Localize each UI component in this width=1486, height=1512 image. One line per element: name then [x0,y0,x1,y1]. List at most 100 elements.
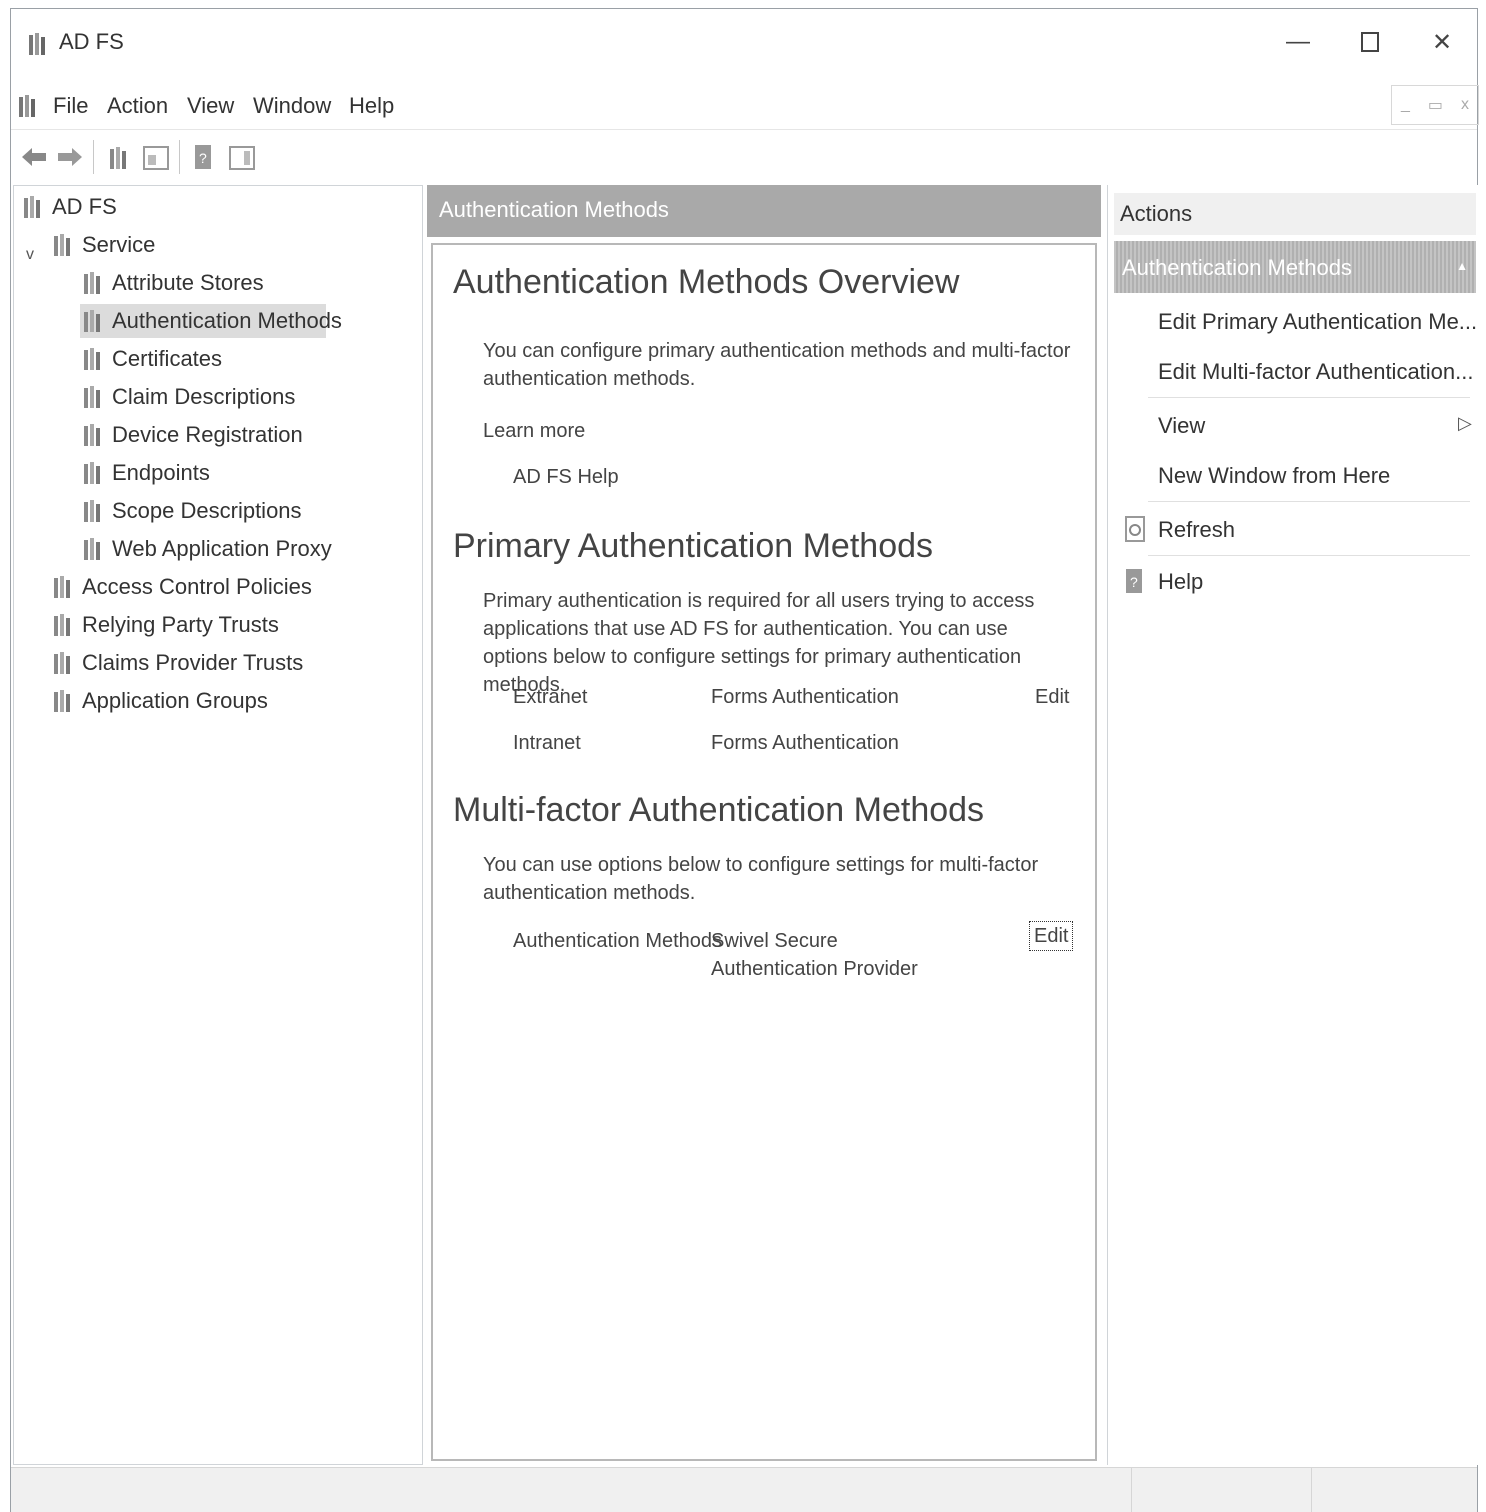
help-icon: ? [1126,569,1142,593]
tree-item-authentication-methods[interactable]: Authentication Methods [80,304,342,338]
tree-item-adfs[interactable]: AD FS [22,190,117,224]
help-button[interactable]: ? [189,142,219,172]
tree-item-label: Attribute Stores [112,270,264,295]
menu-bar: File Action View Window Help _ ▭ x [11,79,1479,129]
tree-item-label: Web Application Proxy [112,536,332,561]
action-help[interactable]: Help [1158,569,1203,595]
learn-more-label: Learn more [483,420,586,442]
mfa-text: You can use options below to configure s… [483,854,1039,904]
tree-item-device-registration[interactable]: Device Registration [82,418,303,452]
actions-section-label: Authentication Methods [1122,255,1352,280]
tree-item-certificates[interactable]: Certificates [82,342,222,376]
tree-item-label: Claim Descriptions [112,384,296,409]
tree-item-endpoints[interactable]: Endpoints [82,456,210,490]
svg-text:?: ? [199,150,207,166]
properties-button[interactable] [141,142,171,172]
svg-text:?: ? [1130,574,1138,590]
extranet-edit-link[interactable]: Edit [1035,683,1069,711]
tree-item-relying-party-trusts[interactable]: Relying Party Trusts [52,608,279,642]
tree-item-service[interactable]: Service [52,228,155,262]
tree-item-label: Scope Descriptions [112,498,302,523]
menu-help[interactable]: Help [349,93,394,119]
mdi-restore-icon[interactable]: ▭ [1428,95,1443,115]
folder-node-icon [84,424,100,446]
tree-item-web-application-proxy[interactable]: Web Application Proxy [82,532,332,566]
action-edit-primary-authentication[interactable]: Edit Primary Authentication Me... [1158,309,1477,335]
tree-item-attribute-stores[interactable]: Attribute Stores [82,266,264,300]
folder-node-icon [84,538,100,560]
extranet-label: Extranet [513,686,588,708]
overview-title: Authentication Methods Overview [453,263,960,301]
forward-arrow-icon [58,148,82,166]
tree-item-label: Device Registration [112,422,303,447]
back-button[interactable] [19,142,49,172]
actions-separator [1148,555,1470,556]
content-pane: Authentication Methods Authentication Me… [427,185,1101,1465]
minimize-button[interactable]: — [1269,23,1327,61]
tree-item-label: Endpoints [112,460,210,485]
expand-chevron-icon[interactable]: v [26,246,34,264]
mfa-edit-link[interactable]: Edit [1029,921,1074,951]
folder-node-icon [84,272,100,294]
close-button[interactable]: ✕ [1413,23,1471,61]
action-new-window-from-here[interactable]: New Window from Here [1158,463,1390,489]
folder-node-icon [54,652,70,674]
menu-window[interactable]: Window [253,93,331,119]
action-refresh[interactable]: Refresh [1158,517,1235,543]
back-arrow-icon [22,148,46,166]
actions-separator [1148,397,1470,398]
title-bar: AD FS — ✕ [11,9,1477,75]
tree-item-label: Certificates [112,346,223,371]
menu-action[interactable]: Action [107,93,168,119]
folder-node-icon [54,576,70,598]
folder-node-icon [54,614,70,636]
forward-button[interactable] [55,142,85,172]
window-title: AD FS [59,29,124,54]
maximize-icon [1361,32,1379,52]
actions-header: Actions [1114,193,1476,235]
menu-view[interactable]: View [187,93,234,119]
system-menu-icon[interactable] [15,91,41,119]
mdi-minimize-icon[interactable]: _ [1401,96,1410,114]
tree-item-application-groups[interactable]: Application Groups [52,684,268,718]
close-icon: ✕ [1431,28,1453,56]
collapse-icon[interactable]: ▲ [1456,259,1468,279]
tree-item-access-control-policies[interactable]: Access Control Policies [52,570,312,604]
folder-node-icon [84,348,100,370]
show-tree-button[interactable] [105,142,135,172]
tree-item-scope-descriptions[interactable]: Scope Descriptions [82,494,302,528]
primary-title: Primary Authentication Methods [453,527,934,565]
adfs-node-icon [24,196,40,218]
tree-item-claim-descriptions[interactable]: Claim Descriptions [82,380,295,414]
maximize-button[interactable] [1341,23,1399,61]
status-divider [1311,1468,1312,1512]
menu-file[interactable]: File [53,93,88,119]
mfa-title: Multi-factor Authentication Methods [453,791,985,829]
adfs-app-icon [29,33,45,55]
action-pane-button[interactable] [227,142,257,172]
folder-node-icon [84,310,100,332]
folder-node-icon [84,500,100,522]
tree-item-label: Authentication Methods [112,308,342,333]
status-bar [11,1467,1477,1512]
minimize-icon: — [1286,28,1310,55]
folder-node-icon [54,234,70,256]
show-tree-icon [110,147,126,169]
mdi-close-icon[interactable]: x [1461,96,1469,114]
mfa-methods-value: Swivel Secure Authentication Provider [711,930,918,980]
actions-separator [1148,501,1470,502]
adfs-help-link[interactable]: AD FS Help [513,463,619,491]
actions-section-header[interactable]: Authentication Methods ▲ [1114,241,1476,293]
toolbar-separator [179,140,180,174]
action-view[interactable]: View [1158,413,1205,439]
toolbar-separator [93,140,94,174]
action-edit-multi-factor-authentication[interactable]: Edit Multi-factor Authentication... [1158,359,1474,385]
content-header: Authentication Methods [427,185,1101,237]
tree-item-claims-provider-trusts[interactable]: Claims Provider Trusts [52,646,303,680]
actions-pane: Actions Authentication Methods ▲ Edit Pr… [1107,185,1479,1465]
adfs-window: AD FS — ✕ File Action View Window Help _… [10,8,1479,1512]
status-divider [1131,1468,1132,1512]
action-pane-icon [229,146,255,170]
navigation-tree: AD FS v Service Attribute Stores Authent… [13,185,423,1465]
extranet-value: Forms Authentication [711,686,899,708]
